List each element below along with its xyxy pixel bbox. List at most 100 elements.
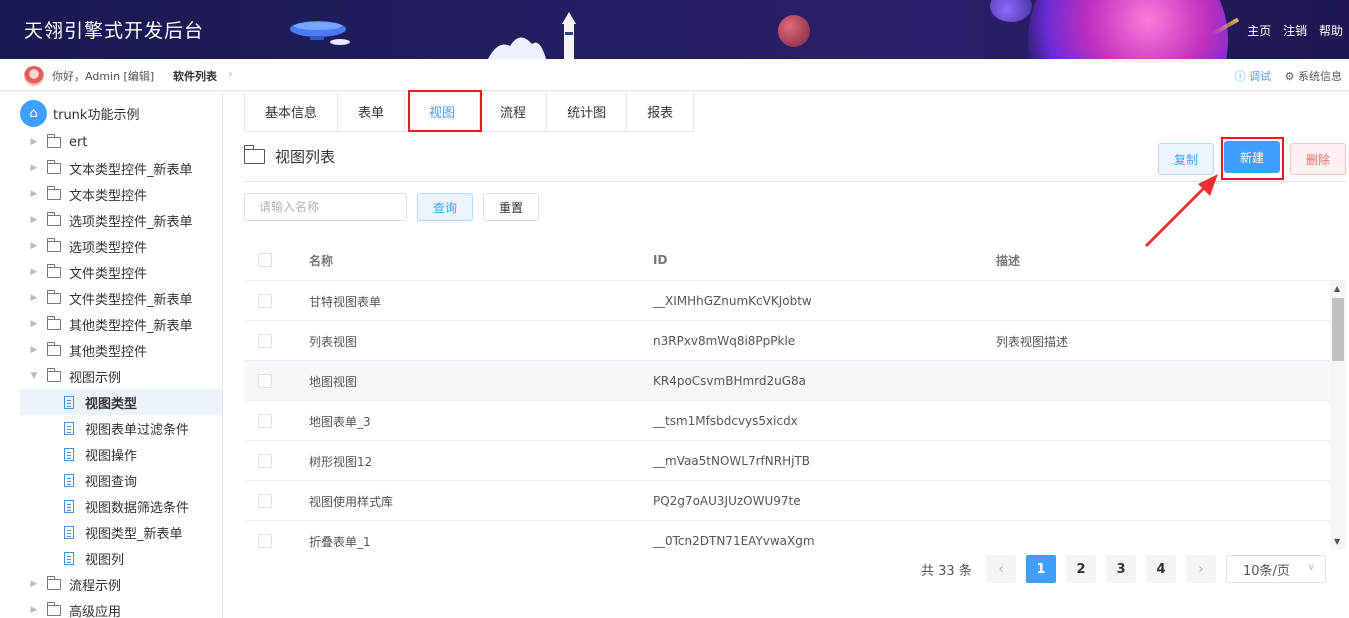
tree-item[interactable]: ▼ 视图示例 (0, 363, 222, 389)
query-button[interactable]: 查询 (417, 193, 473, 221)
page-button-1[interactable]: 1 (1026, 555, 1056, 583)
tree-item[interactable]: ▶ 文本类型控件 (0, 181, 222, 207)
lighthouse-decoration (488, 12, 576, 59)
caret-down-icon[interactable]: ▼ (28, 371, 40, 381)
system-info-link[interactable]: ⚙ 系统信息 (1285, 70, 1342, 83)
delete-button[interactable]: 删除 (1290, 143, 1346, 175)
breadcrumb-current[interactable]: 软件列表 (173, 68, 217, 84)
table-scrollbar[interactable]: ▲ ▼ (1330, 281, 1346, 549)
tree-child-item[interactable]: 视图类型 (20, 389, 222, 415)
tree-item[interactable]: ▶ 其他类型控件 (0, 337, 222, 363)
home-link[interactable]: 主页 (1247, 24, 1271, 38)
document-icon (64, 473, 74, 487)
tree-item[interactable]: ▶ 其他类型控件_新表单 (0, 311, 222, 337)
home-icon: ⌂ (20, 99, 47, 127)
caret-right-icon[interactable]: ▶ (28, 215, 40, 225)
tree-item-label: 流程示例 (69, 578, 122, 594)
tree-child-item[interactable]: 视图数据筛选条件 (0, 493, 222, 519)
page-button-3[interactable]: 3 (1106, 555, 1136, 583)
page-size-select[interactable]: 10条/页 ∨ (1226, 555, 1326, 583)
cell-id: PQ2g7oAU3JUzOWU97te (653, 494, 801, 508)
cell-name: 甘特视图表单 (309, 294, 382, 309)
tree-item[interactable]: ▶ 文件类型控件_新表单 (0, 285, 222, 311)
caret-right-icon[interactable]: ▶ (28, 345, 40, 355)
table-row[interactable]: 视图使用样式库 PQ2g7oAU3JUzOWU97te (244, 481, 1346, 521)
tab-basic-info[interactable]: 基本信息 (245, 92, 339, 131)
tab-workflow[interactable]: 流程 (480, 92, 548, 131)
page-size-value: 10条/页 (1243, 563, 1290, 579)
row-check-cell (258, 481, 272, 521)
folder-icon (47, 159, 61, 174)
caret-right-icon[interactable]: ▶ (28, 293, 40, 303)
next-page-button[interactable]: › (1186, 555, 1216, 583)
tree-item[interactable]: ▶ 高级应用 (0, 597, 222, 618)
scrollbar-thumb[interactable] (1332, 298, 1344, 361)
tree-child-item[interactable]: 视图类型_新表单 (0, 519, 222, 545)
tree-item-label: 选项类型控件_新表单 (69, 214, 193, 230)
tree-item[interactable]: ▶ 选项类型控件 (0, 233, 222, 259)
tree-item[interactable]: ▶ 流程示例 (0, 571, 222, 597)
folder-icon (47, 263, 61, 278)
help-link[interactable]: 帮助 (1319, 24, 1343, 38)
tree-item-label: 其他类型控件_新表单 (69, 318, 193, 334)
scroll-down-icon[interactable]: ▼ (1334, 537, 1340, 546)
caret-right-icon[interactable]: ▶ (28, 189, 40, 199)
caret-right-icon[interactable]: ▶ (28, 267, 40, 277)
tree-item[interactable]: ▶ 选项类型控件_新表单 (0, 207, 222, 233)
row-checkbox[interactable] (258, 534, 272, 548)
tree-item[interactable]: ▶ 文件类型控件 (0, 259, 222, 285)
row-checkbox[interactable] (258, 494, 272, 508)
caret-right-icon[interactable]: ▶ (28, 241, 40, 251)
logout-link[interactable]: 注销 (1283, 24, 1307, 38)
table-header: 名称 ID 描述 (244, 240, 1346, 281)
avatar[interactable] (24, 66, 44, 86)
page-button-4[interactable]: 4 (1146, 555, 1176, 583)
tree-item[interactable]: ▶ ert (0, 129, 222, 155)
folder-icon (47, 289, 61, 304)
caret-right-icon[interactable]: ▶ (28, 137, 40, 147)
table-row[interactable]: 地图视图 KR4poCsvmBHmrd2uG8a (244, 361, 1346, 401)
table-row[interactable]: 甘特视图表单 __XIMHhGZnumKcVKJobtw (244, 281, 1346, 321)
caret-right-icon[interactable]: ▶ (28, 319, 40, 329)
reset-button[interactable]: 重置 (483, 193, 539, 221)
tree-child-item[interactable]: 视图列 (0, 545, 222, 571)
planet-decoration (990, 0, 1032, 22)
table-row[interactable]: 列表视图 n3RPxv8mWq8i8PpPkle 列表视图描述 (244, 321, 1346, 361)
tab-statistics[interactable]: 统计图 (547, 92, 628, 131)
row-checkbox[interactable] (258, 414, 272, 428)
row-check-cell (258, 361, 272, 401)
tree-child-item[interactable]: 视图操作 (0, 441, 222, 467)
planet-decoration (778, 15, 810, 47)
caret-right-icon[interactable]: ▶ (28, 605, 40, 615)
row-checkbox[interactable] (258, 374, 272, 388)
select-all-checkbox[interactable] (258, 253, 272, 267)
column-header-desc[interactable]: 描述 (996, 240, 1020, 280)
folder-open-icon (47, 367, 61, 382)
debug-link[interactable]: ⓘ 调试 (1235, 70, 1272, 83)
document-icon (64, 421, 74, 435)
row-checkbox[interactable] (258, 294, 272, 308)
tree-child-item[interactable]: 视图查询 (0, 467, 222, 493)
prev-page-button[interactable]: ‹ (986, 555, 1016, 583)
row-checkbox[interactable] (258, 454, 272, 468)
table-row[interactable]: 折叠表单_1 __0Tcn2DTN71EAYvwaXgm (244, 521, 1346, 549)
scroll-up-icon[interactable]: ▲ (1334, 284, 1340, 293)
chevron-down-icon: ∨ (1307, 562, 1315, 573)
table-row[interactable]: 地图表单_3 __tsm1Mfsbdcvys5xicdx (244, 401, 1346, 441)
list-header: 视图列表 (243, 145, 335, 167)
tree-item[interactable]: ▶ 文本类型控件_新表单 (0, 155, 222, 181)
column-header-name[interactable]: 名称 (309, 240, 333, 280)
caret-right-icon[interactable]: ▶ (28, 579, 40, 589)
page-button-2[interactable]: 2 (1066, 555, 1096, 583)
row-checkbox[interactable] (258, 334, 272, 348)
tree-child-item[interactable]: 视图表单过滤条件 (0, 415, 222, 441)
tree-root[interactable]: ⌂ trunk功能示例 (20, 99, 139, 127)
tab-reports[interactable]: 报表 (627, 92, 693, 131)
caret-right-icon[interactable]: ▶ (28, 163, 40, 173)
tab-forms[interactable]: 表单 (338, 92, 406, 131)
column-header-id[interactable]: ID (653, 240, 667, 280)
table-row[interactable]: 树形视图12 __mVaa5tNOWL7rfNRHjTB (244, 441, 1346, 481)
search-input[interactable] (244, 193, 407, 221)
tree-item-label: 视图数据筛选条件 (85, 500, 190, 516)
user-greeting[interactable]: 你好，Admin [编辑] (52, 68, 154, 84)
